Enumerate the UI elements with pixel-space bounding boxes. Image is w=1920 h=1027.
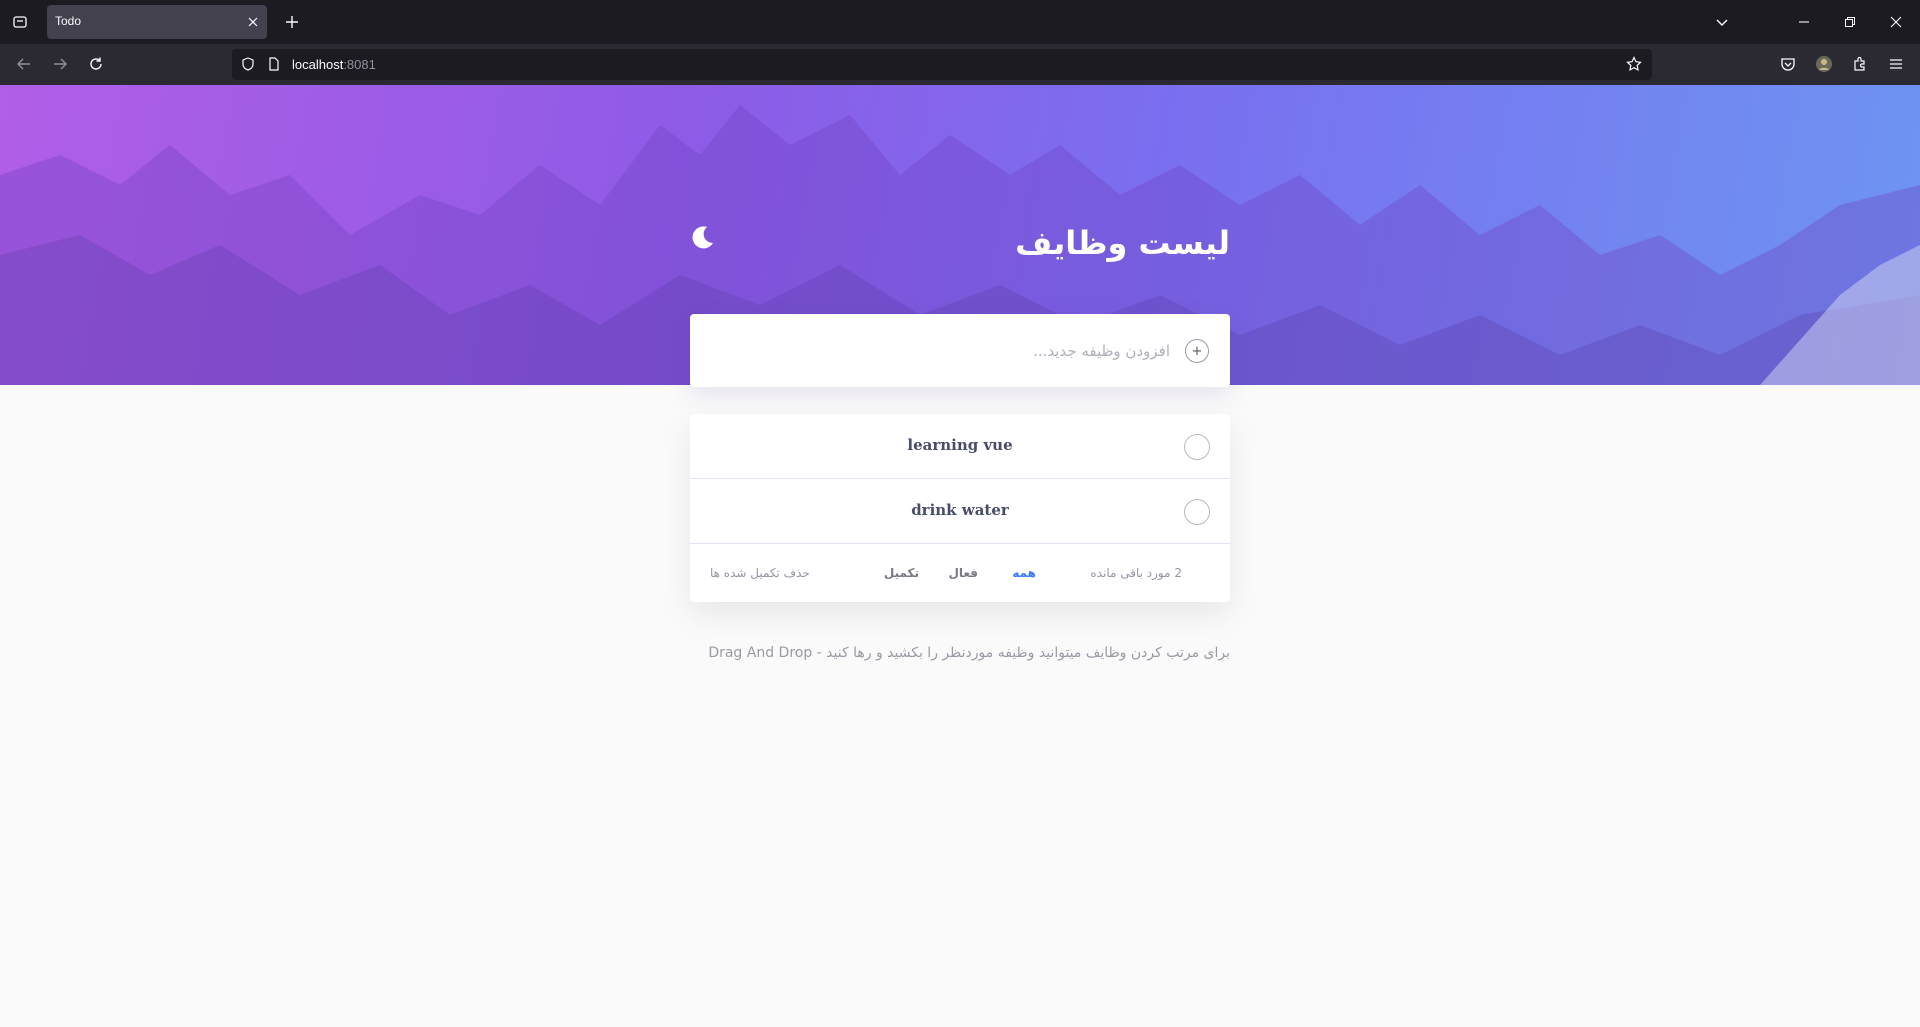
new-todo-box: + — [690, 314, 1230, 387]
minimize-icon[interactable] — [1792, 10, 1816, 34]
page-title: لیست وظایف — [1015, 224, 1230, 262]
back-icon[interactable] — [12, 52, 36, 76]
items-left-count: 2 مورد باقی مانده — [1090, 566, 1182, 580]
moon-icon[interactable] — [688, 222, 718, 252]
close-window-icon[interactable] — [1884, 10, 1908, 34]
pocket-icon[interactable] — [1776, 52, 1800, 76]
tab-title: Todo — [55, 14, 82, 28]
reload-icon[interactable] — [84, 52, 108, 76]
menu-icon[interactable] — [1884, 52, 1908, 76]
todo-text: drink water — [911, 501, 1009, 519]
extensions-icon[interactable] — [1848, 52, 1872, 76]
drag-drop-hint: برای مرتب کردن وظایف میتوانید وظیفه مورد… — [708, 645, 1230, 661]
browser-tab[interactable]: Todo — [47, 5, 267, 39]
add-todo-button[interactable]: + — [1185, 339, 1209, 363]
tab-list-icon[interactable] — [8, 10, 32, 34]
todo-text: learning vue — [907, 436, 1013, 454]
new-todo-input[interactable] — [730, 336, 1170, 366]
list-item[interactable]: learning vue — [690, 414, 1230, 479]
browser-nav-bar: localhost:8081 — [0, 44, 1920, 85]
browser-tab-bar: Todo — [0, 0, 1920, 44]
page-icon[interactable] — [266, 56, 282, 72]
forward-icon[interactable] — [48, 52, 72, 76]
todo-footer: 2 مورد باقی مانده همه فعال تکمیل حذف تکم… — [690, 544, 1230, 602]
filter-completed-button[interactable]: تکمیل — [884, 566, 919, 580]
url-text: localhost:8081 — [292, 57, 376, 72]
filter-active-button[interactable]: فعال — [948, 566, 978, 580]
list-item[interactable]: drink water — [690, 479, 1230, 544]
filter-all-button[interactable]: همه — [1012, 566, 1036, 580]
chevron-down-icon[interactable] — [1710, 10, 1734, 34]
clear-completed-button[interactable]: حذف تکمیل شده ها — [710, 566, 810, 580]
account-avatar-icon[interactable] — [1812, 52, 1836, 76]
shield-icon[interactable] — [240, 56, 256, 72]
bookmark-star-icon[interactable] — [1626, 56, 1642, 72]
new-tab-icon[interactable] — [280, 10, 304, 34]
todo-list: learning vue drink water 2 مورد باقی مان… — [690, 414, 1230, 602]
restore-icon[interactable] — [1838, 10, 1862, 34]
close-tab-icon[interactable] — [245, 14, 261, 30]
url-bar[interactable]: localhost:8081 — [232, 49, 1652, 80]
